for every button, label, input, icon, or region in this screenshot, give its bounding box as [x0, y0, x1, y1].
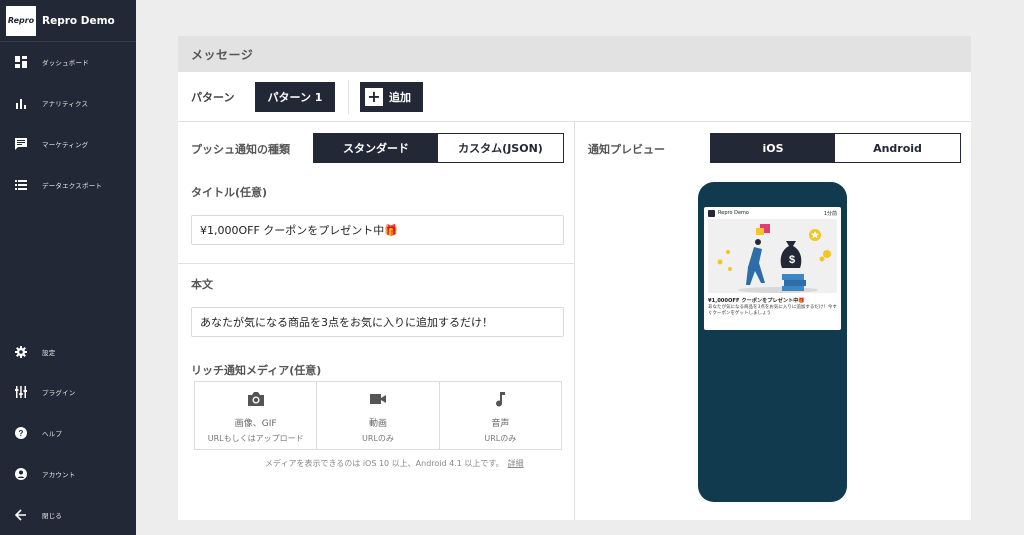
sidebar-item-dashboard[interactable]: ダッシュボード: [0, 50, 136, 74]
divider: [348, 80, 349, 114]
media-option-title: 音声: [491, 419, 510, 429]
sidebar-item-label: データエクスポート: [42, 182, 103, 190]
platform-toggle: iOS Android: [710, 133, 961, 163]
gear-icon: [15, 346, 27, 358]
divider: [178, 263, 574, 264]
add-label: 追加: [389, 91, 411, 104]
notification-app-name: Repro Demo: [718, 210, 749, 216]
media-option-image[interactable]: 画像、GIF URLもしくはアップロード: [195, 382, 318, 449]
app-icon: [708, 209, 715, 217]
media-option-title: 画像、GIF: [234, 419, 277, 429]
media-option-sub: URLもしくはアップロード: [207, 434, 304, 443]
app-name: Repro Demo: [42, 14, 115, 27]
body-field-label: 本文: [191, 278, 213, 291]
notification-card: Repro Demo 1分前 $ ¥1,000OFF クーポンをプレゼント中🎁 …: [704, 207, 841, 330]
push-type-toggle: スタンダード カスタム(JSON): [313, 133, 564, 163]
sidebar-item-analytics[interactable]: アナリティクス: [0, 91, 136, 115]
message-icon: [15, 138, 27, 150]
notification-title: ¥1,000OFF クーポンをプレゼント中🎁: [708, 298, 805, 304]
pattern-1-tab[interactable]: パターン 1: [255, 82, 335, 112]
video-icon: [369, 391, 387, 411]
sidebar-item-label: 設定: [42, 349, 56, 357]
sidebar-item-marketing[interactable]: マーケティング: [0, 132, 136, 156]
plugin-icon: [15, 386, 27, 398]
music-note-icon: [491, 391, 509, 411]
sidebar-item-account[interactable]: アカウント: [0, 462, 136, 486]
platform-ios[interactable]: iOS: [711, 134, 835, 162]
sidebar-item-label: 閉じる: [42, 512, 63, 520]
push-type-standard[interactable]: スタンダード: [314, 134, 438, 162]
sidebar-item-help[interactable]: ? ヘルプ: [0, 421, 136, 445]
sidebar-item-label: アカウント: [42, 471, 76, 479]
media-option-title: 動画: [368, 419, 387, 429]
help-icon: ?: [15, 427, 27, 439]
media-option-sub: URLのみ: [362, 434, 394, 443]
push-type-label: プッシュ通知の種類: [191, 143, 290, 156]
list-icon: [15, 179, 27, 191]
sidebar-item-settings[interactable]: 設定: [0, 340, 136, 364]
media-note-text: メディアを表示できるのは iOS 10 以上、Android 4.1 以上です。: [265, 459, 504, 468]
sidebar: Repro Repro Demo ダッシュボード アナリティクス マーケティング…: [0, 0, 136, 535]
notification-header: Repro Demo 1分前: [704, 207, 841, 219]
media-option-sub: URLのみ: [484, 434, 517, 443]
notification-image: $: [708, 219, 837, 293]
sidebar-item-data-export[interactable]: データエクスポート: [0, 173, 136, 197]
rich-media-options: 画像、GIF URLもしくはアップロード 動画 URLのみ 音声 URLのみ: [194, 381, 562, 450]
sidebar-item-plugins[interactable]: プラグイン: [0, 380, 136, 404]
panel-title: メッセージ: [178, 36, 971, 72]
media-option-audio[interactable]: 音声 URLのみ: [440, 382, 561, 449]
arrow-left-icon: [15, 509, 27, 521]
sidebar-item-label: アナリティクス: [42, 100, 89, 108]
pattern-row: パターン パターン 1 + 追加: [178, 72, 971, 122]
details-link[interactable]: 詳細: [508, 459, 524, 468]
add-pattern-button[interactable]: + 追加: [360, 82, 423, 112]
message-panel: メッセージ パターン パターン 1 + 追加 プッシュ通知の種類 スタンダード …: [178, 36, 971, 520]
notification-time: 1分前: [823, 210, 837, 217]
bar-chart-icon: [15, 97, 27, 109]
sidebar-item-label: ヘルプ: [42, 430, 63, 438]
brand[interactable]: Repro Repro Demo: [0, 0, 136, 42]
notification-body: あなたが気になる商品を3点をお気に入りに追加するだけ！今すぐクーポンをゲットしま…: [708, 305, 837, 316]
sidebar-item-label: ダッシュボード: [42, 59, 89, 67]
platform-android[interactable]: Android: [835, 134, 960, 162]
svg-text:$: $: [789, 254, 795, 266]
plus-icon: +: [365, 88, 383, 106]
dashboard-icon: [15, 56, 27, 68]
sidebar-item-close[interactable]: 閉じる: [0, 503, 136, 527]
phone-preview: Repro Demo 1分前 $ ¥1,000OFF クーポンをプレゼント中🎁 …: [698, 182, 847, 502]
body-input[interactable]: あなたが気になる商品を3点をお気に入りに追加するだけ！: [191, 307, 564, 337]
camera-icon: [247, 391, 265, 411]
title-field-label: タイトル(任意): [191, 186, 268, 199]
account-icon: [15, 468, 27, 480]
repro-logo: Repro: [6, 5, 36, 36]
media-note: メディアを表示できるのは iOS 10 以上、Android 4.1 以上です。…: [265, 458, 524, 469]
push-type-custom-json[interactable]: カスタム(JSON): [438, 134, 563, 162]
sidebar-item-label: マーケティング: [42, 141, 89, 149]
preview-label: 通知プレビュー: [588, 143, 665, 156]
rich-media-label: リッチ通知メディア(任意): [191, 364, 322, 377]
column-divider: [574, 122, 575, 520]
title-input[interactable]: ¥1,000OFF クーポンをプレゼント中🎁: [191, 215, 564, 245]
sidebar-item-label: プラグイン: [42, 389, 76, 397]
media-option-video[interactable]: 動画 URLのみ: [317, 382, 440, 449]
pattern-label: パターン: [191, 91, 235, 104]
svg-text:?: ?: [19, 429, 24, 438]
